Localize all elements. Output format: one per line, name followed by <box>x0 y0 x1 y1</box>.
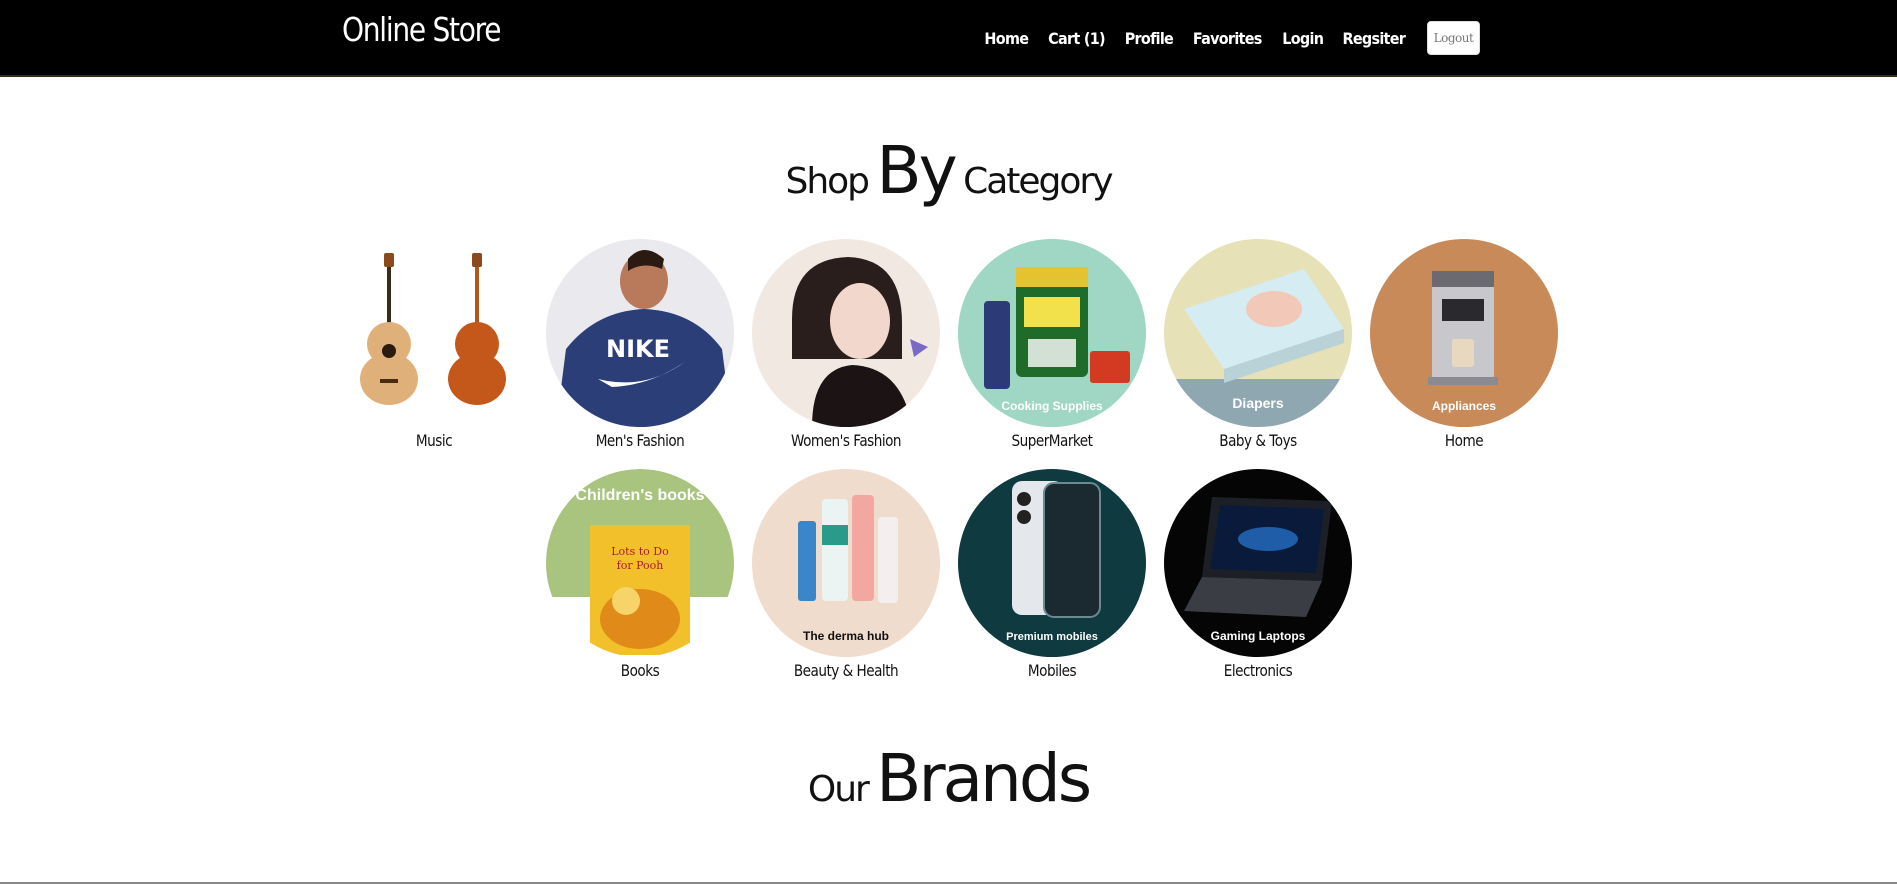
supermarket-image: Cooking Supplies <box>958 239 1146 427</box>
circle-overlay-label: Children's books <box>575 487 705 504</box>
category-name: Beauty & Health <box>793 661 899 680</box>
nav-favorites-link[interactable]: Favorites <box>1193 29 1263 48</box>
category-electronics[interactable]: Gaming Laptops Electronics <box>1163 469 1353 680</box>
category-name: Music <box>415 431 453 450</box>
beauty-health-image: The derma hub <box>752 469 940 657</box>
title-our: Our <box>807 769 870 810</box>
circle-overlay-label: Premium mobiles <box>1006 631 1098 643</box>
category-name: Mobiles <box>1027 661 1077 680</box>
svg-text:NIKE: NIKE <box>606 335 670 363</box>
womens-fashion-image <box>752 239 940 427</box>
woman-portrait-icon <box>792 257 928 427</box>
circle-overlay-label: The derma hub <box>802 629 889 643</box>
category-music[interactable]: Music <box>339 239 529 450</box>
category-name: SuperMarket <box>1011 431 1093 450</box>
category-name: Electronics <box>1223 661 1293 680</box>
mens-fashion-image: NIKE <box>546 239 734 427</box>
home-image: Appliances <box>1370 239 1558 427</box>
nav-profile-link[interactable]: Profile <box>1124 29 1173 48</box>
guitar-icon <box>360 253 506 405</box>
nav-home-link[interactable]: Home <box>984 29 1029 48</box>
mobiles-image: Premium mobiles <box>958 469 1146 657</box>
nav-links: Home Cart (1) Profile Favorites Login Re… <box>982 21 1480 55</box>
category-name: Home <box>1444 431 1484 450</box>
category-name: Baby & Toys <box>1219 431 1297 450</box>
shop-by-category-title: Shop By Category <box>0 132 1897 209</box>
svg-text:for Pooh: for Pooh <box>617 559 664 572</box>
title-by: By <box>876 132 957 209</box>
category-mobiles[interactable]: Premium mobiles Mobiles <box>957 469 1147 680</box>
category-mens-fashion[interactable]: NIKE Men's Fashion <box>545 239 735 450</box>
svg-text:Lots to Do: Lots to Do <box>611 545 669 558</box>
category-home[interactable]: Appliances Home <box>1369 239 1559 450</box>
books-image: Lots to Do for Pooh Children's books <box>546 469 734 657</box>
music-image <box>340 239 528 427</box>
category-supermarket[interactable]: Cooking Supplies SuperMarket <box>957 239 1147 450</box>
circle-overlay-label: Cooking Supplies <box>1001 399 1103 413</box>
navbar: Online Store Home Cart (1) Profile Favor… <box>0 0 1897 77</box>
category-books[interactable]: Lots to Do for Pooh Children's books Boo… <box>545 469 735 680</box>
title-brands: Brands <box>876 740 1092 817</box>
baby-toys-image: Diapers <box>1164 239 1352 427</box>
nav-login-link[interactable]: Login <box>1282 29 1324 48</box>
circle-overlay-label: Appliances <box>1431 399 1497 413</box>
category-name: Women's Fashion <box>790 431 902 450</box>
smartphone-icon <box>1012 481 1101 618</box>
category-name: Books <box>620 661 660 680</box>
hoodie-icon: NIKE <box>556 250 732 427</box>
logout-button[interactable]: Logout <box>1427 21 1480 55</box>
nav-register-link[interactable]: Regsiter <box>1343 29 1406 48</box>
title-shop: Shop <box>785 161 870 202</box>
circle-overlay-label: Gaming Laptops <box>1210 629 1306 643</box>
category-beauty-health[interactable]: The derma hub Beauty & Health <box>751 469 941 680</box>
nav-cart-link[interactable]: Cart (1) <box>1048 29 1105 48</box>
our-brands-title: Our Brands <box>0 740 1897 817</box>
electronics-image: Gaming Laptops <box>1164 469 1352 657</box>
category-name: Men's Fashion <box>595 431 685 450</box>
circle-overlay-label: Diapers <box>1232 395 1284 411</box>
title-category: Category <box>963 161 1113 202</box>
brand-logo-link[interactable]: Online Store <box>342 10 502 49</box>
category-baby-toys[interactable]: Diapers Baby & Toys <box>1163 239 1353 450</box>
category-womens-fashion[interactable]: Women's Fashion <box>751 239 941 450</box>
